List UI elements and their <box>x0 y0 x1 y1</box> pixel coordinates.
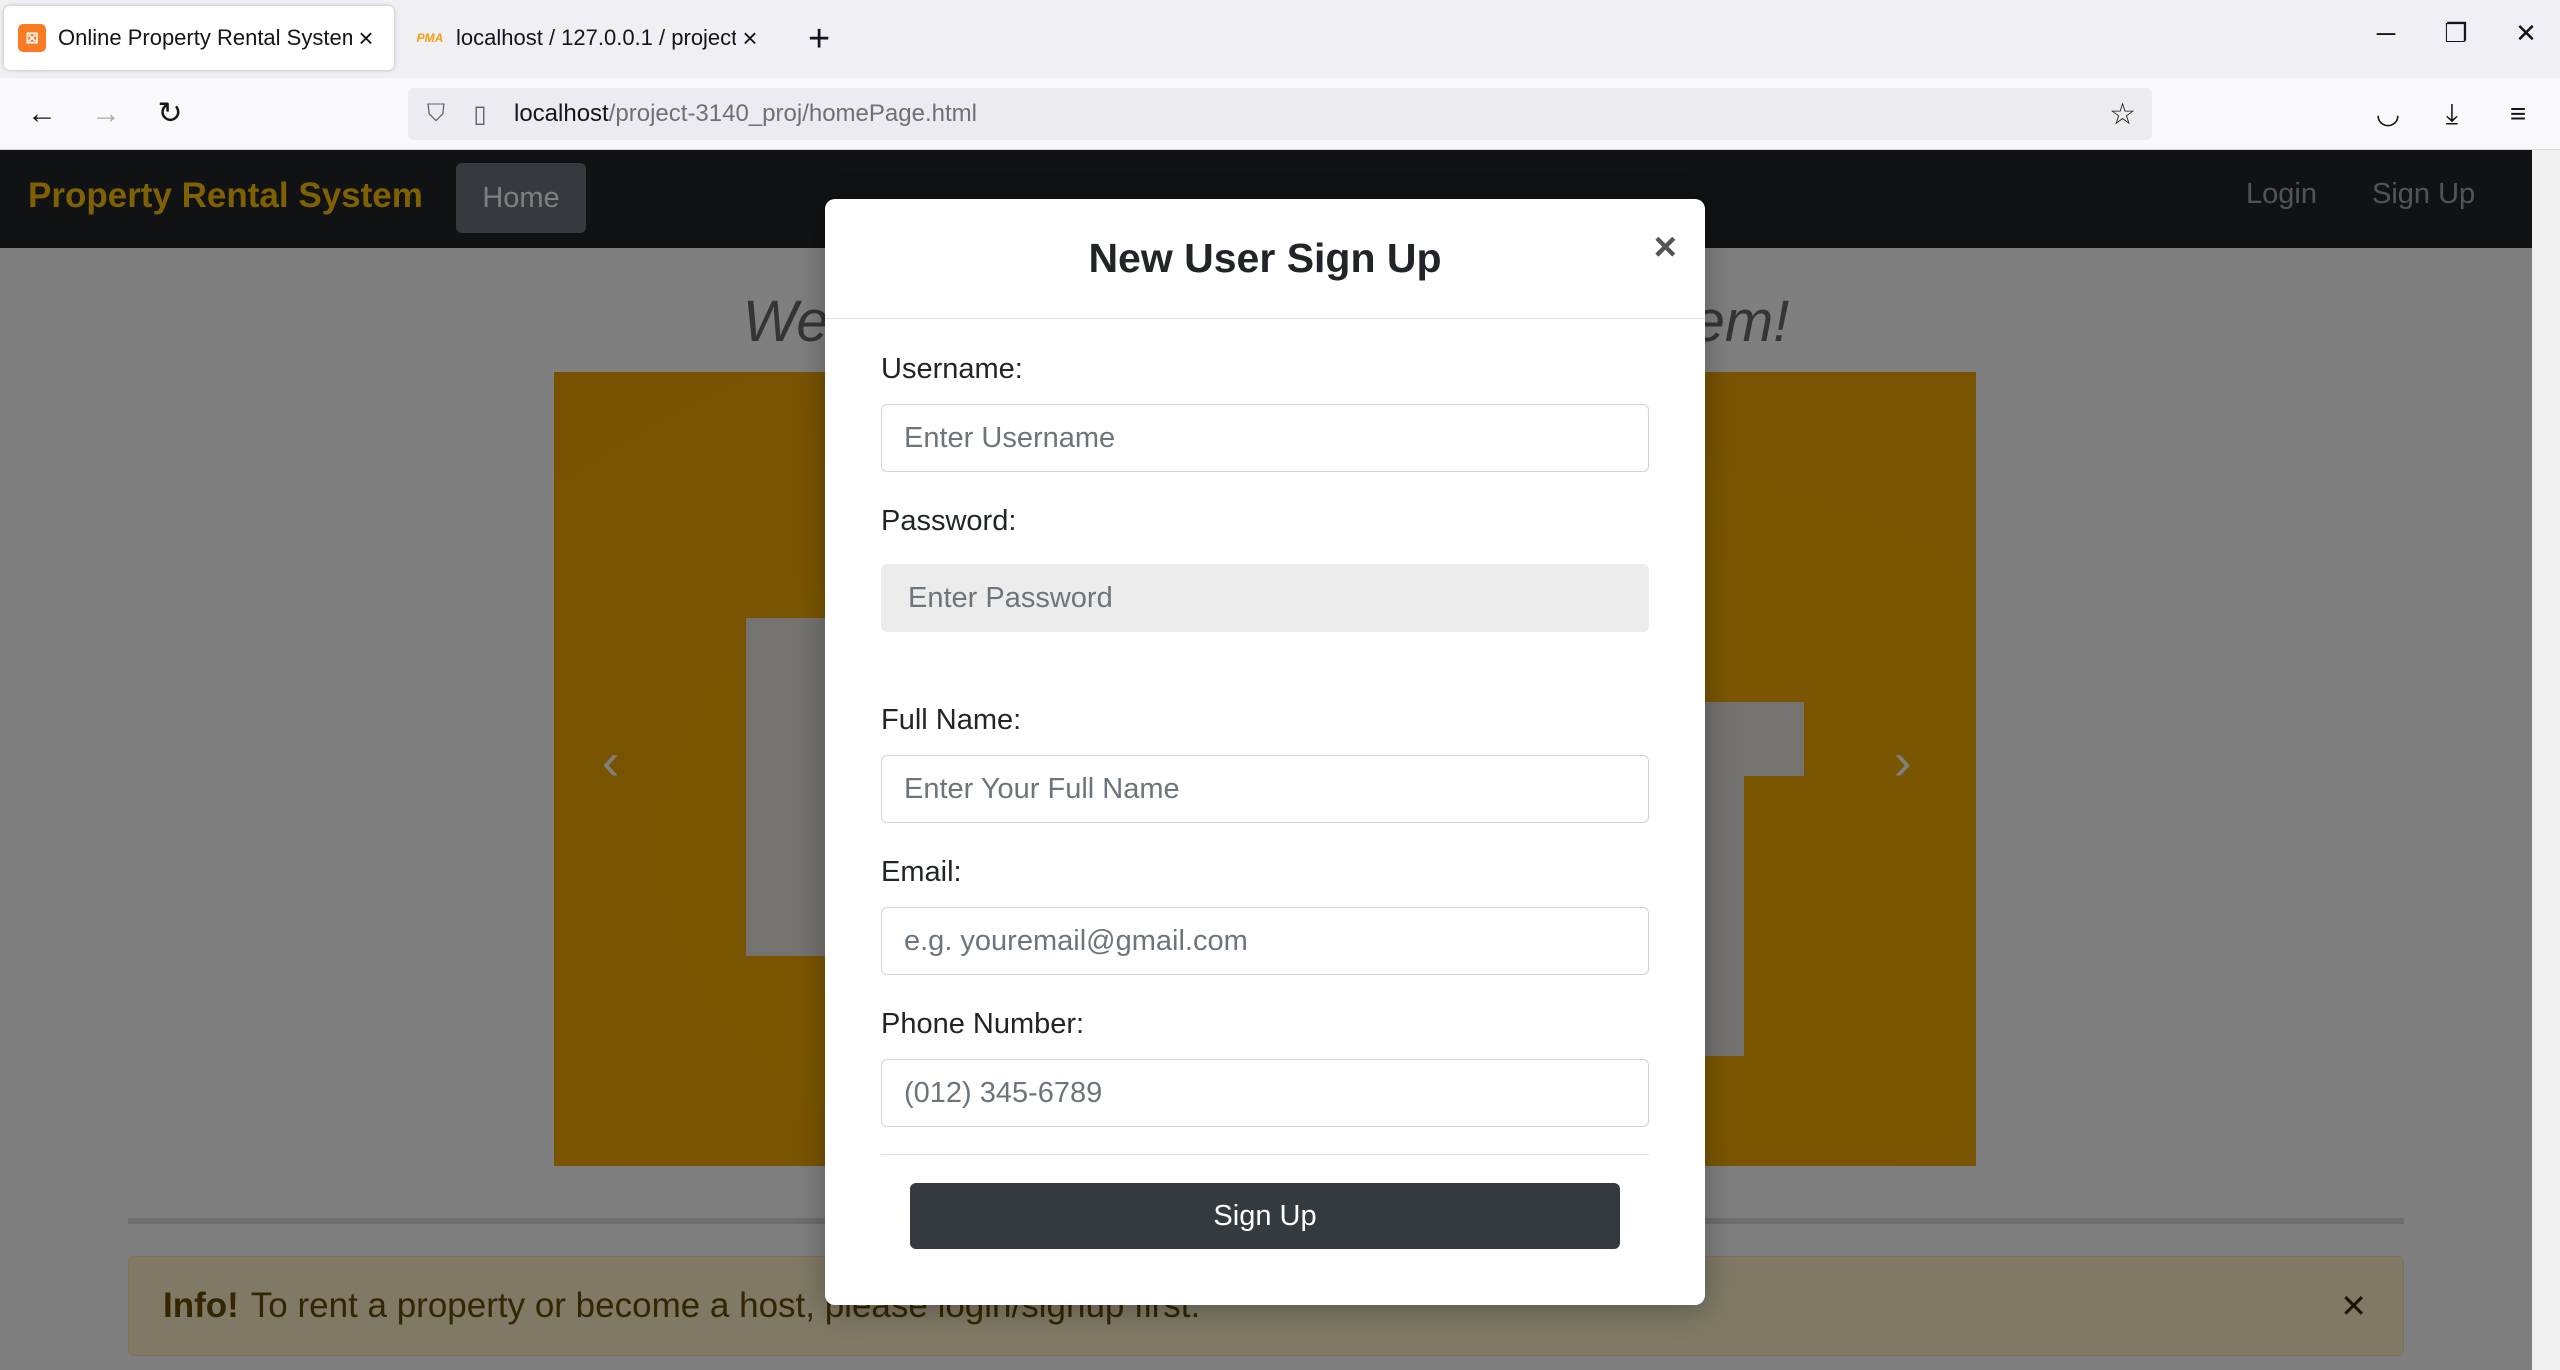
xampp-favicon-icon: ⊠ <box>18 24 46 52</box>
forward-icon[interactable]: → <box>86 94 126 134</box>
tab-title: Online Property Rental System <box>58 25 352 50</box>
modal-header: New User Sign Up × <box>825 199 1705 319</box>
menu-icon[interactable]: ≡ <box>2498 94 2538 134</box>
form-divider <box>881 1154 1649 1155</box>
reload-icon[interactable]: ↻ <box>150 94 190 134</box>
tab-title: localhost / 127.0.0.1 / project-3140 <box>456 25 736 50</box>
phone-input[interactable]: (012) 345-6789 <box>881 1059 1649 1127</box>
page-icon: ▯ <box>473 100 487 128</box>
fullname-input[interactable]: Enter Your Full Name <box>881 755 1649 823</box>
close-tab-icon[interactable]: × <box>736 23 764 54</box>
username-label: Username: <box>881 353 1023 385</box>
email-label: Email: <box>881 856 962 888</box>
fullname-label: Full Name: <box>881 704 1022 736</box>
browser-tab-strip: ⊠ Online Property Rental System × PMA lo… <box>0 0 2560 78</box>
new-tab-icon[interactable]: + <box>808 16 830 62</box>
phpmyadmin-favicon-icon: PMA <box>416 31 444 45</box>
shield-icon[interactable]: ⛉ <box>420 100 452 128</box>
url-text: localhost/project-3140_proj/homePage.htm… <box>514 100 977 127</box>
username-input[interactable]: Enter Username <box>881 404 1649 472</box>
tab-online-property-rental[interactable]: ⊠ Online Property Rental System × <box>4 6 394 70</box>
tab-phpmyadmin[interactable]: PMA localhost / 127.0.0.1 / project-3140… <box>404 6 776 70</box>
modal-close-icon[interactable]: × <box>1654 225 1677 270</box>
download-icon[interactable]: ⤓ <box>2432 94 2472 134</box>
modal-title: New User Sign Up <box>1088 235 1442 281</box>
close-tab-icon[interactable]: × <box>352 23 380 54</box>
signup-submit-button[interactable]: Sign Up <box>910 1183 1620 1249</box>
address-bar[interactable]: ⛉ ▯ localhost/project-3140_proj/homePage… <box>408 88 2152 140</box>
back-icon[interactable]: ← <box>22 94 62 134</box>
page-scrollbar[interactable] <box>2532 150 2560 1370</box>
close-window-icon[interactable]: ✕ <box>2504 18 2548 49</box>
restore-icon[interactable]: ❐ <box>2434 18 2478 49</box>
password-label: Password: <box>881 505 1017 537</box>
minimize-icon[interactable]: ─ <box>2364 18 2408 49</box>
phone-label: Phone Number: <box>881 1008 1085 1040</box>
pocket-icon[interactable]: ◡ <box>2368 94 2408 134</box>
password-input[interactable]: Enter Password <box>881 564 1649 632</box>
signup-modal: New User Sign Up × Username: Enter Usern… <box>825 199 1705 1305</box>
email-input[interactable]: e.g. youremail@gmail.com <box>881 907 1649 975</box>
bookmark-star-icon[interactable]: ☆ <box>2109 97 2136 132</box>
